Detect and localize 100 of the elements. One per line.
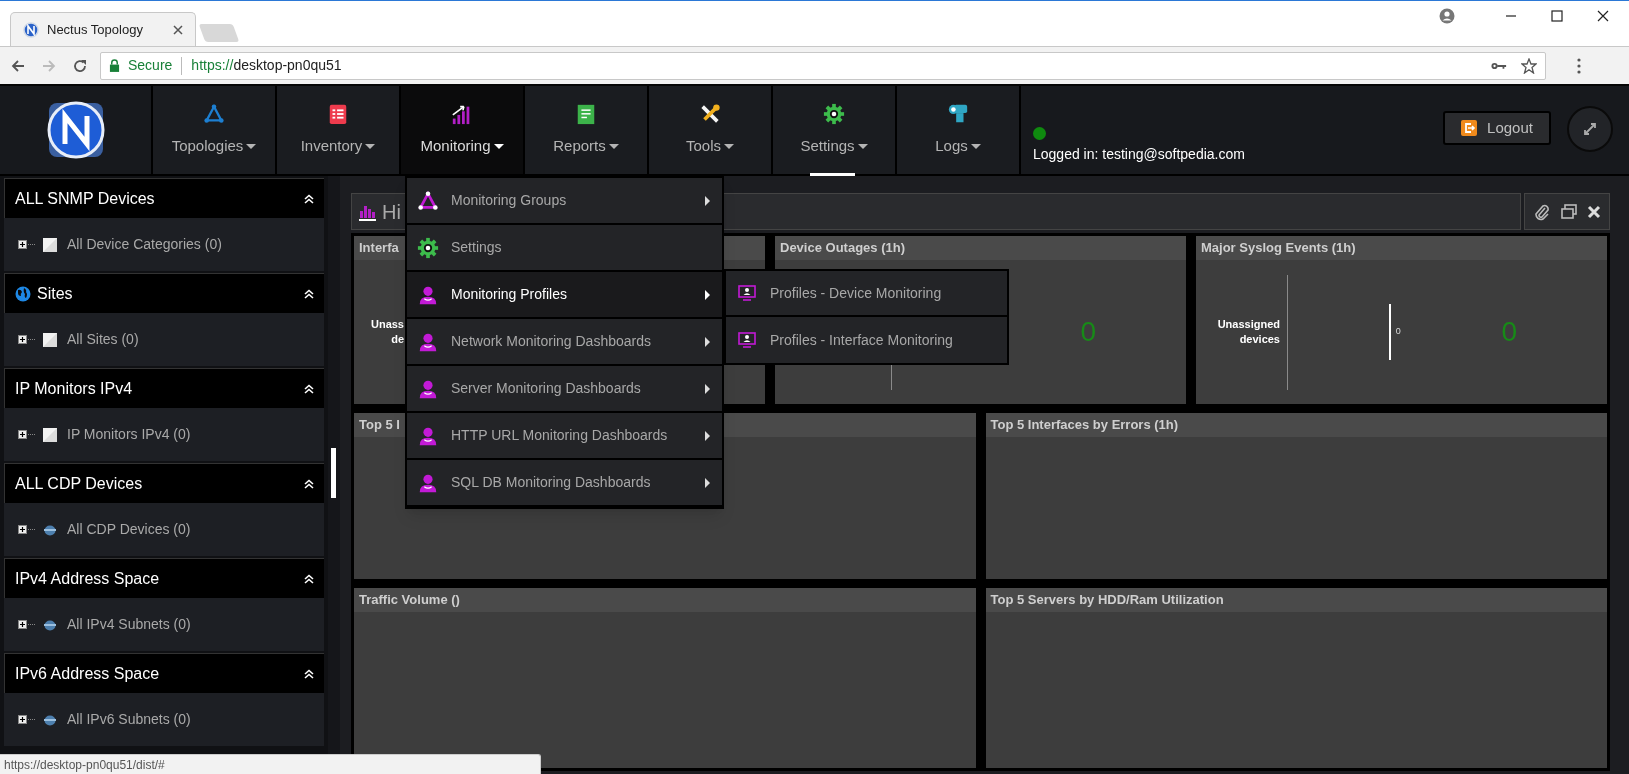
expand-icon[interactable] [18,239,36,250]
section-header[interactable]: IPv4 Address Space [4,558,324,598]
expand-icon[interactable] [18,619,36,630]
section-header[interactable]: Sites [4,273,324,313]
square-icon [43,427,57,442]
logged-in-text: Logged in: testing@softpedia.com [1033,145,1245,164]
device-label: de [391,332,404,347]
caret-icon [493,143,504,149]
widget-title: Top 5 Interfaces by Errors (1h) [990,416,1179,435]
chevron-icon[interactable] [304,288,314,299]
menu-icon[interactable] [1577,57,1581,74]
expand-icon[interactable] [18,429,36,440]
status-url: https://desktop-pn0qu51/dist/# [0,754,541,774]
close-icon[interactable] [1597,10,1609,22]
close-icon[interactable] [173,24,183,35]
expand-icon[interactable] [18,524,36,535]
menu-item[interactable]: SQL DB Monitoring Dashboards [407,460,722,507]
logout-icon [1461,120,1478,136]
bar-marker [1388,304,1391,360]
section-header[interactable]: IPv6 Address Space [4,653,324,693]
section-header[interactable]: ALL CDP Devices [4,463,324,503]
gear-icon [417,236,439,259]
chevron-icon[interactable] [304,573,314,584]
fullscreen-button[interactable] [1567,106,1613,152]
key-icon[interactable] [1491,60,1507,71]
document-icon [575,102,597,125]
section-title: ALL SNMP Devices [15,188,156,209]
reload-icon[interactable] [72,57,88,74]
address-bar[interactable]: Secure https://desktop-pn0qu51 [100,51,1546,80]
url-text: https://desktop-pn0qu51 [191,56,343,75]
widget-title: Top 5 I [359,416,400,435]
expand-icon[interactable] [18,714,36,725]
expand-icon [1582,121,1598,137]
profile-icon[interactable] [1439,8,1455,24]
chevron-icon[interactable] [304,383,314,394]
favicon-icon [23,21,39,38]
chevron-icon[interactable] [304,478,314,489]
chevron-icon[interactable] [304,668,314,679]
gear-icon [823,102,845,125]
secure-label: Secure [128,56,173,75]
nav-tab[interactable]: Monitoring [401,86,525,174]
star-icon[interactable] [1521,57,1537,74]
lock-icon [109,59,120,72]
menu-item[interactable]: Server Monitoring Dashboards [407,366,722,413]
section-title: IP Monitors IPv4 [15,378,134,399]
tree-item[interactable]: IP Monitors IPv4 (0) [67,424,191,445]
caret-icon [857,143,868,149]
logo-icon[interactable] [45,100,106,160]
triangle-icon [203,102,225,125]
caret-icon [724,143,734,149]
caret-icon [608,143,619,149]
wrench-icon [699,102,721,125]
paperclip-icon[interactable] [1533,202,1552,221]
count-value: 0 [1501,315,1517,349]
tree-item[interactable]: All Device Categories (0) [67,234,222,255]
menu-item[interactable]: Network Monitoring Dashboards [407,319,722,366]
tree-item[interactable]: All IPv4 Subnets (0) [67,614,191,635]
device-label: devices [1239,332,1280,347]
back-icon[interactable] [10,57,26,74]
widget-title: Interfa [359,239,399,258]
dashboard-title: Hi [382,199,401,225]
widget-title: Major Syslog Events (1h) [1201,239,1356,258]
square-icon [43,332,57,347]
menu-item[interactable]: HTTP URL Monitoring Dashboards [407,413,722,460]
clipboard-icon [327,102,349,125]
count-value: 0 [1080,315,1096,349]
section-header[interactable]: ALL SNMP Devices [4,178,324,218]
caret-icon [246,143,257,149]
axis-value: 0 [1395,325,1401,339]
monitor-user-icon [738,332,756,348]
caret-icon [970,143,981,149]
monitor-user-icon [738,285,756,301]
camera-icon [947,102,969,125]
maximize-icon[interactable] [1551,10,1563,22]
menu-item[interactable]: Settings [407,225,722,272]
widget-title: Device Outages (1h) [780,239,905,258]
section-title: IPv4 Address Space [15,568,161,589]
logout-button[interactable]: Logout [1443,111,1551,145]
square-icon [43,237,57,252]
globe-icon [15,285,31,302]
chevron-icon[interactable] [304,193,314,204]
expand-icon[interactable] [18,334,36,345]
caret-icon [365,143,376,149]
triangle-icon [417,189,439,212]
menu-item[interactable]: Monitoring Groups [407,178,722,225]
tree-item[interactable]: All IPv6 Subnets (0) [67,709,191,730]
browser-tab[interactable]: Nectus Topology [10,12,196,46]
section-header[interactable]: IP Monitors IPv4 [4,368,324,408]
tree-item[interactable]: All CDP Devices (0) [67,519,191,540]
menu-item[interactable]: Profiles - Interface Monitoring [726,317,1007,363]
section-title: IPv6 Address Space [15,663,161,684]
menu-item[interactable]: Profiles - Device Monitoring [726,271,1007,317]
menu-item[interactable]: Monitoring Profiles [407,272,722,319]
tab-title: Nectus Topology [47,20,144,39]
restore-icon[interactable] [1560,202,1578,221]
widget-title: Top 5 Servers by HDD/Ram Utilization [990,591,1224,610]
tree-item[interactable]: All Sites (0) [67,329,139,350]
scrollbar-thumb[interactable] [331,448,336,498]
device-label: Unassigned [1217,317,1280,332]
widget-title: Traffic Volume () [359,591,460,610]
